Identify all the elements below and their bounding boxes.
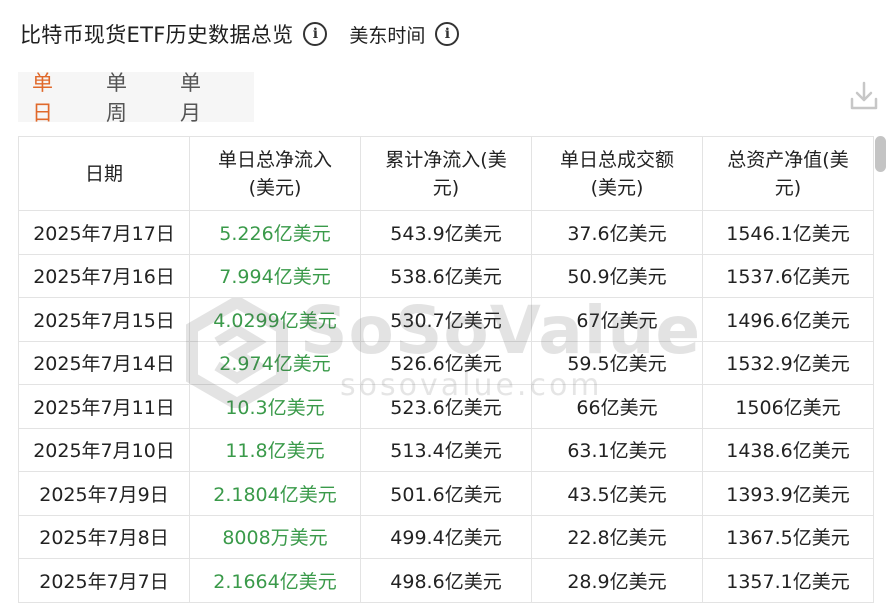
scrollbar-track — [874, 136, 888, 615]
cell-cumulative-net-inflow: 513.4亿美元 — [360, 427, 532, 472]
tab-weekly[interactable]: 单周 — [106, 67, 146, 127]
cell-daily-net-inflow: 4.0299亿美元 — [189, 297, 361, 342]
cell-daily-volume: 37.6亿美元 — [531, 210, 703, 255]
column-header-total-net-assets[interactable]: 总资产净值(美 元) — [702, 136, 874, 211]
cell-total-net-assets: 1496.6亿美元 — [702, 297, 874, 342]
tab-daily[interactable]: 单日 — [32, 67, 72, 127]
cell-daily-volume: 63.1亿美元 — [531, 427, 703, 472]
cell-cumulative-net-inflow: 526.6亿美元 — [360, 340, 532, 385]
table-row[interactable]: 2025年7月16日 7.994亿美元 538.6亿美元 50.9亿美元 1537.6亿… — [18, 253, 874, 298]
table-row[interactable]: 2025年7月7日 2.1664亿美元 498.6亿美元 28.9亿美元 1357.1亿… — [18, 558, 874, 603]
cell-date: 2025年7月8日 — [18, 514, 190, 559]
cell-date: 2025年7月10日 — [18, 427, 190, 472]
cell-cumulative-net-inflow: 499.4亿美元 — [360, 514, 532, 559]
table-row[interactable]: 2025年7月17日 5.226亿美元 543.9亿美元 37.6亿美元 1546.1亿… — [18, 210, 874, 255]
cell-daily-volume: 50.9亿美元 — [531, 253, 703, 298]
column-header-daily-net-inflow[interactable]: 单日总净流入 (美元) — [189, 136, 361, 211]
cell-date: 2025年7月9日 — [18, 471, 190, 516]
cell-total-net-assets: 1367.5亿美元 — [702, 514, 874, 559]
cell-cumulative-net-inflow: 501.6亿美元 — [360, 471, 532, 516]
tab-monthly[interactable]: 单月 — [180, 67, 220, 127]
cell-total-net-assets: 1506亿美元 — [702, 384, 874, 429]
cell-daily-volume: 67亿美元 — [531, 297, 703, 342]
cell-date: 2025年7月7日 — [18, 558, 190, 603]
column-header-daily-volume[interactable]: 单日总成交额 (美元) — [531, 136, 703, 211]
table-body: 2025年7月17日 5.226亿美元 543.9亿美元 37.6亿美元 1546.1亿… — [18, 210, 874, 603]
cell-daily-net-inflow: 2.974亿美元 — [189, 340, 361, 385]
cell-daily-volume: 28.9亿美元 — [531, 558, 703, 603]
cell-date: 2025年7月17日 — [18, 210, 190, 255]
cell-date: 2025年7月16日 — [18, 253, 190, 298]
page-title: 比特币现货ETF历史数据总览 — [20, 23, 294, 47]
table-row[interactable]: 2025年7月9日 2.1804亿美元 501.6亿美元 43.5亿美元 1393.9亿… — [18, 471, 874, 516]
column-header-cumulative-net-inflow[interactable]: 累计净流入(美 元) — [360, 136, 532, 211]
cell-total-net-assets: 1357.1亿美元 — [702, 558, 874, 603]
cell-date: 2025年7月11日 — [18, 384, 190, 429]
cell-cumulative-net-inflow: 498.6亿美元 — [360, 558, 532, 603]
cell-daily-net-inflow: 5.226亿美元 — [189, 210, 361, 255]
cell-daily-net-inflow: 7.994亿美元 — [189, 253, 361, 298]
info-icon[interactable]: i — [303, 22, 328, 46]
timezone-label: 美东时间 — [349, 24, 426, 47]
cell-total-net-assets: 1393.9亿美元 — [702, 471, 874, 516]
column-header-date[interactable]: 日期 — [18, 136, 190, 211]
table-row[interactable]: 2025年7月11日 10.3亿美元 523.6亿美元 66亿美元 1506亿美元 — [18, 384, 874, 429]
etf-data-table: 日期 单日总净流入 (美元) 累计净流入(美 元) 单日总成交额 (美元) 总资产净值… — [18, 136, 874, 615]
cell-daily-net-inflow: 2.1664亿美元 — [189, 558, 361, 603]
scrollbar-thumb[interactable] — [875, 136, 886, 172]
cell-daily-net-inflow: 10.3亿美元 — [189, 384, 361, 429]
table-row[interactable]: 2025年7月15日 4.0299亿美元 530.7亿美元 67亿美元 1496.6亿美… — [18, 297, 874, 342]
etf-history-page: 比特币现货ETF历史数据总览 i 美东时间 i 单日 单周 单月 日期 单日总净… — [0, 0, 892, 615]
table-row[interactable]: 2025年7月8日 8008万美元 499.4亿美元 22.8亿美元 1367.5亿美元 — [18, 514, 874, 559]
cell-daily-volume: 22.8亿美元 — [531, 514, 703, 559]
cell-daily-volume: 59.5亿美元 — [531, 340, 703, 385]
cell-daily-net-inflow: 2.1804亿美元 — [189, 471, 361, 516]
cell-daily-net-inflow: 8008万美元 — [189, 514, 361, 559]
cell-cumulative-net-inflow: 530.7亿美元 — [360, 297, 532, 342]
info-icon[interactable]: i — [435, 22, 460, 46]
cell-total-net-assets: 1532.9亿美元 — [702, 340, 874, 385]
download-icon[interactable] — [848, 80, 880, 112]
cell-total-net-assets: 1537.6亿美元 — [702, 253, 874, 298]
page-header: 比特币现货ETF历史数据总览 i 美东时间 i — [20, 18, 460, 50]
cell-cumulative-net-inflow: 543.9亿美元 — [360, 210, 532, 255]
cell-daily-volume: 43.5亿美元 — [531, 471, 703, 516]
cell-daily-net-inflow: 11.8亿美元 — [189, 427, 361, 472]
cell-cumulative-net-inflow: 523.6亿美元 — [360, 384, 532, 429]
cell-daily-volume: 66亿美元 — [531, 384, 703, 429]
cell-date: 2025年7月15日 — [18, 297, 190, 342]
cell-cumulative-net-inflow: 538.6亿美元 — [360, 253, 532, 298]
cell-date: 2025年7月14日 — [18, 340, 190, 385]
table-row[interactable]: 2025年7月14日 2.974亿美元 526.6亿美元 59.5亿美元 1532.9亿… — [18, 340, 874, 385]
period-tabs: 单日 单周 单月 — [18, 71, 254, 125]
table-row[interactable]: 2025年7月10日 11.8亿美元 513.4亿美元 63.1亿美元 1438.6亿美… — [18, 427, 874, 472]
cell-total-net-assets: 1546.1亿美元 — [702, 210, 874, 255]
table-header-row: 日期 单日总净流入 (美元) 累计净流入(美 元) 单日总成交额 (美元) 总资产净值… — [18, 136, 874, 211]
cell-total-net-assets: 1438.6亿美元 — [702, 427, 874, 472]
